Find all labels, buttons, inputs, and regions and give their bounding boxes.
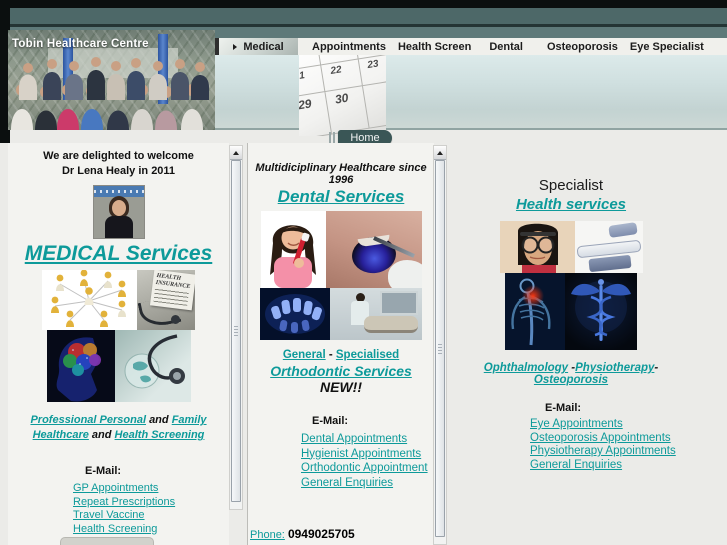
ophthalmology-link[interactable]: Ophthalmology: [484, 362, 568, 374]
dental-phone-line: Phone: 0949025705: [250, 527, 355, 541]
phone-number: 0949025705: [287, 527, 355, 541]
link-osteoporosis-appointments[interactable]: Osteoporosis Appointments: [530, 432, 695, 446]
specialist-image-grid: [499, 221, 644, 350]
grip-dots-icon: [234, 326, 238, 336]
dental-procedure-image: [325, 211, 422, 288]
medical-links: GP Appointments Repeat Prescriptions Tra…: [8, 482, 229, 536]
email-label: E-Mail:: [545, 402, 582, 414]
dentist-chair-image: [330, 288, 422, 340]
scroll-up-button[interactable]: [230, 146, 242, 160]
welcome-line-1: We are delighted to welcome: [43, 150, 194, 162]
dental-services-link[interactable]: Dental Services: [248, 187, 434, 207]
dental-image-grid: [259, 211, 424, 340]
stethoscope-globe-image: [114, 330, 191, 402]
main-nav: Medical Appointments Health Screen Denta…: [215, 38, 727, 55]
health-insurance-image: HEALTH INSURANCE: [137, 270, 195, 330]
bone-density-scanner-image: [574, 221, 643, 273]
link-physiotherapy-appointments[interactable]: Physiotherapy Appointments: [530, 445, 695, 459]
calendar-image: 14 15 16 21 22 23 29 30: [299, 55, 386, 136]
welcome-line-2: Dr Lena Healy in 2011: [61, 165, 176, 177]
specialist-column: Specialist Health services Ophthalmology…: [447, 143, 695, 545]
nav-tab-medical[interactable]: Medical: [219, 38, 298, 55]
site-title: Tobin Healthcare Centre: [12, 38, 149, 50]
dental-tagline: Multidiciplinary Healthcare since 1996: [255, 162, 427, 186]
dental-column-scrollbar[interactable]: [433, 145, 447, 545]
medical-services-link[interactable]: MEDICAL Services: [8, 242, 229, 266]
girl-toothbrush-image: [260, 211, 326, 288]
medical-column-scrollbar[interactable]: [229, 145, 243, 510]
dental-column: Multidiciplinary Healthcare since 1996 D…: [247, 143, 434, 545]
cutoff-element: [60, 537, 154, 545]
tagline-link[interactable]: Professional Personal: [30, 414, 146, 426]
general-link[interactable]: General: [283, 349, 326, 361]
scroll-thumb[interactable]: [435, 160, 445, 537]
specialist-links: Eye Appointments Osteoporosis Appointmen…: [447, 418, 695, 472]
email-label: E-Mail:: [85, 465, 122, 477]
webpage-tobin-healthcare: Tobin Healthcare Centre Medical Appointm…: [0, 0, 727, 545]
dental-subtitle: General - Specialised: [282, 349, 400, 361]
nav-tab-osteoporosis[interactable]: Osteoporosis: [547, 41, 618, 53]
eye-exam-image: [499, 221, 575, 273]
link-eye-appointments[interactable]: Eye Appointments: [530, 418, 695, 432]
email-label: E-Mail:: [312, 415, 349, 427]
medical-image-grid: HEALTH INSURANCE: [41, 270, 196, 402]
specialised-link[interactable]: Specialised: [336, 349, 399, 361]
specialist-title: Specialist: [538, 177, 604, 194]
osteoporosis-link[interactable]: Osteoporosis: [534, 374, 608, 386]
link-general-enquiries[interactable]: General Enquiries: [530, 459, 695, 473]
grip-dots-icon: [438, 343, 442, 354]
new-badge: NEW!!: [320, 379, 362, 395]
scroll-thumb[interactable]: [231, 160, 241, 502]
calendar-sheet: 14 15 16 21 22 23 29 30: [299, 55, 386, 136]
nav-tab-label: Medical: [243, 40, 284, 53]
arrow-right-icon: [233, 43, 238, 50]
caduceus-image: [565, 273, 637, 350]
nav-tab-appointments[interactable]: Appointments: [312, 41, 386, 53]
physiotherapy-link[interactable]: Physiotherapy: [575, 362, 654, 374]
link-gp-appointments[interactable]: GP Appointments: [73, 482, 229, 496]
phone-link[interactable]: Phone:: [250, 529, 285, 541]
skeleton-xray-image: [505, 273, 565, 350]
link-dental-appointments[interactable]: Dental Appointments: [301, 432, 434, 447]
staff-group-photo: Tobin Healthcare Centre: [8, 30, 215, 130]
link-general-enquiries[interactable]: General Enquiries: [301, 476, 434, 491]
tagline-link[interactable]: Health Screening: [115, 429, 205, 441]
dental-links: Dental Appointments Hygienist Appointmen…: [248, 432, 434, 490]
link-repeat-prescriptions[interactable]: Repeat Prescriptions: [73, 496, 229, 510]
orthodontic-line: Orthodontic Services NEW!!: [248, 363, 434, 395]
link-health-screening[interactable]: Health Screening: [73, 523, 229, 537]
link-hygienist-appointments[interactable]: Hygienist Appointments: [301, 447, 434, 462]
arrow-up-icon: [437, 150, 443, 155]
calendar-day: 23: [358, 55, 386, 87]
medical-tagline: Professional Personal and Family Healthc…: [30, 414, 207, 441]
brain-scan-image: [46, 330, 115, 402]
scroll-up-button[interactable]: [434, 146, 446, 160]
nav-tab-dental[interactable]: Dental: [489, 41, 523, 53]
orthodontic-services-link[interactable]: Orthodontic Services: [270, 363, 412, 379]
header-gradient-band: [215, 55, 727, 130]
health-services-link[interactable]: Health services: [447, 196, 695, 213]
nav-tab-health-screen[interactable]: Health Screen: [398, 41, 471, 53]
link-orthodontic-appointment[interactable]: Orthodontic Appointment: [301, 461, 434, 476]
medical-column: We are delighted to welcome Dr Lena Heal…: [8, 143, 229, 545]
people-network-image: [42, 270, 137, 330]
arrow-up-icon: [233, 150, 239, 155]
specialist-services-line: Ophthalmology -Physiotherapy-Osteoporosi…: [483, 362, 659, 386]
teeth-xray-image: [260, 288, 330, 340]
link-travel-vaccine[interactable]: Travel Vaccine: [73, 509, 229, 523]
top-border: [0, 0, 727, 8]
dr-healy-photo: [92, 185, 145, 239]
nav-tab-eye-specialist[interactable]: Eye Specialist: [630, 41, 704, 53]
header-band-dark: [0, 8, 727, 24]
